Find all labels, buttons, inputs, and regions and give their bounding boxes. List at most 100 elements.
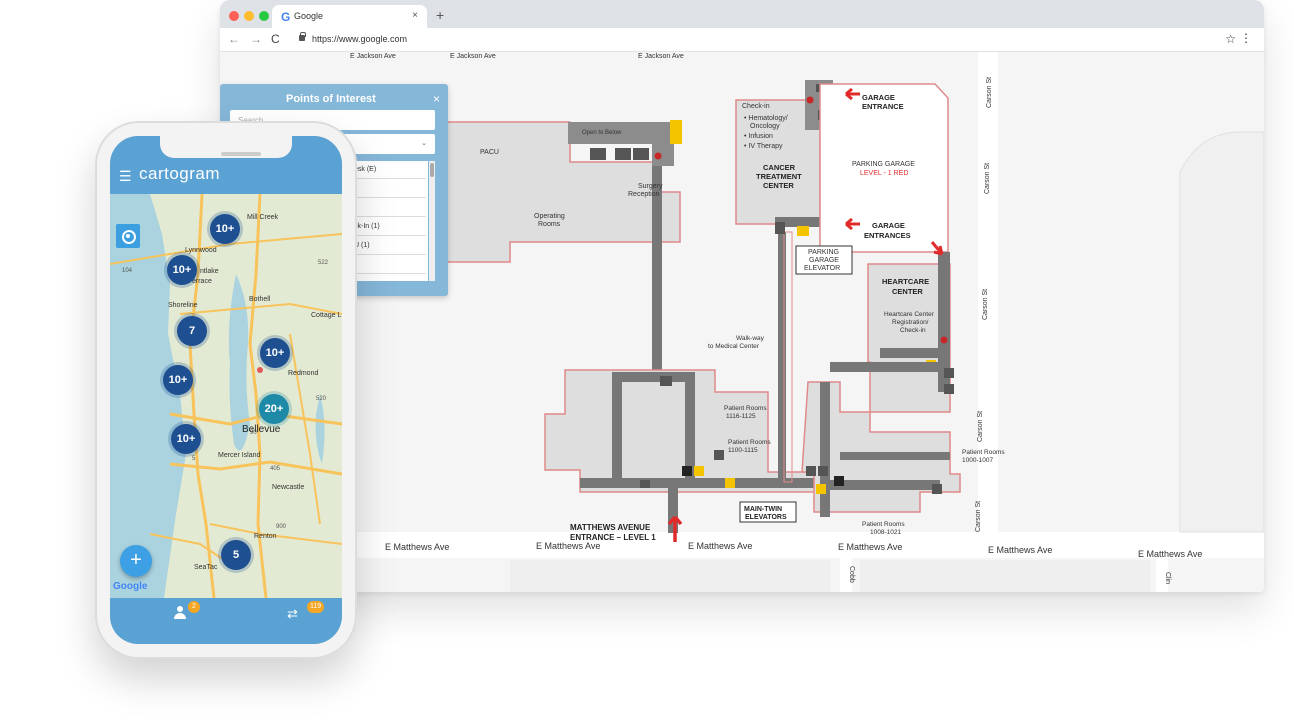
map-cluster-marker[interactable]: 10+ [167,255,197,285]
hamburger-menu-icon[interactable]: ☰ [119,168,132,185]
tab-close-icon[interactable]: × [412,10,418,21]
map-cluster-marker[interactable]: 10+ [260,338,290,368]
map-cluster-marker[interactable]: 10+ [163,365,193,395]
walkway-label: to Medical Center [708,343,760,350]
street-label: E Matthews Ave [988,545,1052,555]
browser-menu-icon[interactable]: ⋮ [1240,31,1252,45]
poi-close-icon[interactable]: × [433,92,440,106]
poi-panel-title: Points of Interest [286,93,376,105]
chevron-down-icon: ⌄ [421,140,427,147]
patient-rooms-label: 1008-1021 [870,529,901,536]
heartcare-reg-label: Registration/ [892,319,929,326]
stage: G Google × + ← → C https://www.google.co… [0,0,1294,724]
street-label: E Matthews Ave [838,542,902,552]
tab-strip: G Google × + [220,0,1264,28]
heartcare-reg-label: Heartcare Center [884,311,935,318]
patient-rooms-label: Patient Rooms [728,439,771,446]
surgery-reception-label: Surgery [638,183,663,190]
user-count-badge: 2 [188,601,200,613]
place-label: errace [192,278,212,285]
map-cluster-marker[interactable]: 10+ [210,214,240,244]
bottom-nav-bar: 2 ⇄ 119 [110,598,342,644]
phone-screen: ☰ cartogram 104 522 520 405 900 5 90 Mil… [110,136,342,644]
open-to-below-label: Open to Below [582,130,622,136]
user-icon[interactable] [174,606,186,620]
place-label: Renton [254,533,277,540]
map-cluster-marker[interactable]: 10+ [171,424,201,454]
close-window-button[interactable] [229,11,239,21]
parking-elevator-label: GARAGE [809,257,839,264]
add-button[interactable]: + [120,545,152,577]
patient-rooms-label: 1100-1115 [728,447,758,454]
minimize-window-button[interactable] [244,11,254,21]
forward-arrow-icon[interactable]: → [250,32,262,46]
checkin-list-label: Check-in [742,103,770,110]
patient-rooms-label: 1116-1125 [726,413,756,420]
street-label: E Matthews Ave [536,541,600,551]
street-label: Carson St [982,289,989,320]
pacu-label: PACU [480,149,499,156]
matthews-entrance-label: MATTHEWS AVENUE [570,523,651,532]
cancer-center-label: CANCER [763,163,796,172]
parking-elevator-label: PARKING [808,249,839,256]
heartcare-label: HEARTCARE [882,277,929,286]
checkin-list-label: • IV Therapy [744,143,783,150]
browser-toolbar: ← → C https://www.google.com ☆ ⋮ [220,28,1264,52]
route-icon[interactable]: ⇄ [287,606,298,622]
street-label: Cobb [848,566,855,583]
street-label: E Matthews Ave [385,542,449,552]
place-label: Shoreline [168,302,198,309]
maximize-window-button[interactable] [259,11,269,21]
my-location-button[interactable] [116,224,140,248]
tab-title: Google [294,11,324,21]
parking-garage-label: PARKING GARAGE [852,161,915,168]
street-label: Clin [1164,572,1171,584]
street-label: Carson St [975,501,982,532]
poi-scrollbar[interactable] [429,161,435,281]
street-label: Carson St [984,163,991,194]
checkin-list-label: • Infusion [744,133,773,140]
street-label: Carson St [977,411,984,442]
street-label: E Jackson Ave [638,53,684,60]
phone-map-svg: 104 522 520 405 900 5 90 [110,194,342,598]
map-cluster-marker[interactable]: 5 [221,540,251,570]
bookmark-star-icon[interactable]: ☆ [1225,32,1236,46]
street-label: E Jackson Ave [350,53,396,60]
google-favicon-icon: G [281,10,291,24]
reload-icon[interactable]: C [271,32,280,46]
google-logo: Google [113,581,148,592]
place-label: Mercer Island [218,452,261,459]
floorplan-map[interactable]: E Jackson Ave E Jackson Ave E Jackson Av… [220,52,1264,592]
back-arrow-icon[interactable]: ← [228,32,240,46]
walkway-label: Walk-way [736,335,765,342]
cancer-center-label: CENTER [763,181,794,190]
browser-tab[interactable]: G Google × [272,5,427,28]
patient-rooms-label: Patient Rooms [724,405,767,412]
road-shield-label: 405 [270,466,281,472]
patient-rooms-label: 1000-1007 [962,457,993,464]
phone-speaker [221,152,261,156]
phone-map[interactable]: 104 522 520 405 900 5 90 Mill Creek Lynn… [110,194,342,598]
garage-entrance-label: GARAGE [862,93,895,102]
place-label: Bothell [249,296,271,303]
garage-entrances-label: ENTRANCES [864,231,911,240]
road-shield-label: 522 [318,260,329,266]
garage-entrances-label: GARAGE [872,221,905,230]
heartcare-label: CENTER [892,287,923,296]
main-twin-label: MAIN-TWIN [744,506,782,513]
parking-level-label: LEVEL - 1 RED [860,170,908,177]
garage-entrance-label: ENTRANCE [862,102,904,111]
surgery-reception-label: Reception [628,191,660,198]
parking-elevator-label: ELEVATOR [804,265,840,272]
street-label: E Jackson Ave [450,53,496,60]
place-label: Mill Creek [247,214,279,221]
route-count-badge: 119 [307,601,325,613]
main-twin-label: ELEVATORS [745,514,787,521]
map-cluster-marker[interactable]: 7 [177,316,207,346]
new-tab-button[interactable]: + [436,7,444,23]
operating-rooms-label: Operating [534,213,565,220]
map-cluster-marker[interactable]: 20+ [259,394,289,424]
place-label: Redmond [288,370,319,377]
place-label: Bellevue [242,424,281,435]
address-bar[interactable]: https://www.google.com [312,34,407,44]
